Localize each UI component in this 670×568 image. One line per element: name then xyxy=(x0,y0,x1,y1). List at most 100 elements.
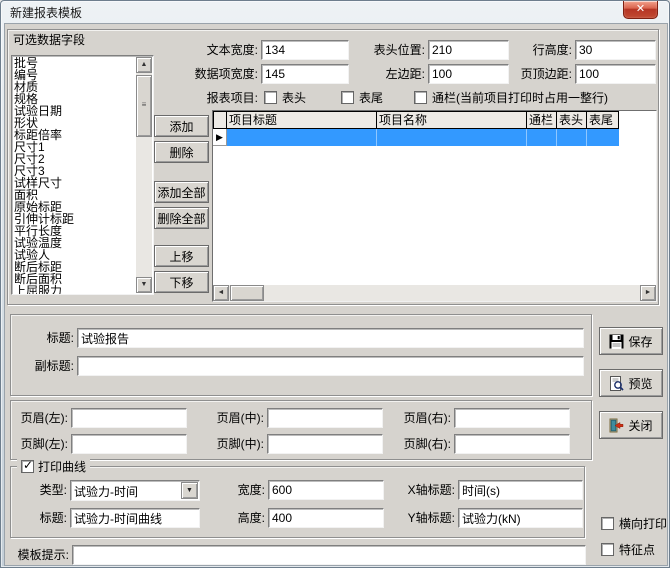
add-all-button[interactable]: 添加全部 xyxy=(154,181,209,203)
y-axis-title-label: Y轴标题: xyxy=(377,508,455,528)
list-item[interactable]: 上屈服力 xyxy=(14,285,136,294)
data-width-input[interactable] xyxy=(261,64,349,84)
report-title-input[interactable] xyxy=(77,328,584,348)
scroll-down-icon[interactable]: ▼ xyxy=(136,277,152,293)
footer-left-label: 页脚(左): xyxy=(13,434,68,454)
landscape-print-label: 横向打印 xyxy=(619,514,667,534)
title-bar: 新建报表模板 xyxy=(1,1,669,23)
close-button[interactable]: 关闭 xyxy=(599,411,663,439)
header-checkbox[interactable] xyxy=(264,91,277,104)
grid-header-row: 项目标题 项目名称 通栏 表头 表尾 xyxy=(213,111,619,129)
footer-center-label: 页脚(中): xyxy=(209,434,264,454)
landscape-print-checkbox[interactable] xyxy=(601,517,614,530)
report-title-label: 标题: xyxy=(19,328,74,348)
footer-right-label: 页脚(右): xyxy=(396,434,451,454)
banner-checkbox-label: 通栏(当前项目打印时占用一整行) xyxy=(432,88,608,108)
report-subtitle-input[interactable] xyxy=(77,356,584,376)
top-margin-label: 页顶边距: xyxy=(498,64,572,84)
header-center-label: 页眉(中): xyxy=(209,408,264,428)
grid-cell[interactable] xyxy=(227,129,377,146)
footer-checkbox-label: 表尾 xyxy=(359,88,383,108)
left-margin-input[interactable] xyxy=(428,64,509,84)
save-button[interactable]: 保存 xyxy=(599,327,663,355)
scroll-right-icon[interactable]: ► xyxy=(640,285,656,301)
data-width-label: 数据项宽度: xyxy=(161,64,258,84)
feature-points-checkbox[interactable] xyxy=(601,543,614,556)
grid-column-header: 项目名称 xyxy=(377,111,527,129)
curve-type-value: 试验力-时间 xyxy=(74,483,138,500)
available-fields-listbox[interactable]: 批号 编号 材质 规格 试验日期 形状 标距倍率 尺寸1 尺寸2 尺寸3 试样尺… xyxy=(11,55,154,295)
dialog-client-area: 可选数据字段 批号 编号 材质 规格 试验日期 形状 标距倍率 尺寸1 尺寸2 … xyxy=(4,23,668,566)
curve-type-label: 类型: xyxy=(25,480,67,500)
grid-cell[interactable] xyxy=(527,129,557,146)
title-panel xyxy=(10,314,592,396)
template-hint-input[interactable] xyxy=(72,545,586,565)
curve-width-label: 宽度: xyxy=(210,480,265,500)
left-margin-label: 左边距: xyxy=(357,64,425,84)
header-left-label: 页眉(左): xyxy=(13,408,68,428)
curve-width-input[interactable] xyxy=(268,480,384,500)
report-items-label: 报表项目: xyxy=(173,88,258,108)
scroll-left-icon[interactable]: ◄ xyxy=(213,285,229,301)
footer-center-input[interactable] xyxy=(267,434,383,454)
field-list-label: 可选数据字段 xyxy=(13,30,85,50)
curve-type-combobox[interactable]: 试验力-时间 ▼ xyxy=(70,480,200,501)
field-list-items: 批号 编号 材质 规格 试验日期 形状 标距倍率 尺寸1 尺寸2 尺寸3 试样尺… xyxy=(14,57,136,294)
grid-cell[interactable] xyxy=(377,129,527,146)
print-curve-checkbox[interactable] xyxy=(21,460,34,473)
preview-button-label: 预览 xyxy=(628,375,652,392)
scrollbar-thumb[interactable] xyxy=(230,285,264,301)
y-axis-title-input[interactable] xyxy=(458,508,583,528)
header-right-label: 页眉(右): xyxy=(396,408,451,428)
grid-horizontal-scrollbar[interactable]: ◄ ► xyxy=(213,285,656,301)
footer-left-input[interactable] xyxy=(71,434,187,454)
move-down-button[interactable]: 下移 xyxy=(154,271,209,293)
template-hint-label: 模板提示: xyxy=(11,545,69,565)
grid-selected-row[interactable]: ▶ xyxy=(213,129,619,146)
window-title: 新建报表模板 xyxy=(10,4,82,21)
header-left-input[interactable] xyxy=(71,408,187,428)
row-height-label: 行高度: xyxy=(505,40,572,60)
add-button[interactable]: 添加 xyxy=(154,115,209,137)
header-right-input[interactable] xyxy=(454,408,570,428)
x-axis-title-input[interactable] xyxy=(458,480,583,500)
chevron-down-icon[interactable]: ▼ xyxy=(181,482,198,499)
print-curve-label: 打印曲线 xyxy=(38,458,86,475)
remove-all-button[interactable]: 删除全部 xyxy=(154,207,209,229)
preview-button[interactable]: 预览 xyxy=(599,369,663,397)
header-checkbox-label: 表头 xyxy=(282,88,306,108)
row-selector-marker-icon: ▶ xyxy=(213,129,227,146)
top-margin-input[interactable] xyxy=(575,64,656,84)
move-up-button[interactable]: 上移 xyxy=(154,245,209,267)
header-pos-input[interactable] xyxy=(428,40,509,60)
curve-height-input[interactable] xyxy=(268,508,384,528)
scroll-up-icon[interactable]: ▲ xyxy=(136,57,152,73)
grid-selector-header xyxy=(213,111,227,129)
grid-column-header: 通栏 xyxy=(527,111,557,129)
footer-checkbox[interactable] xyxy=(341,91,354,104)
grid-cell[interactable] xyxy=(587,129,619,146)
curve-height-label: 高度: xyxy=(210,508,265,528)
remove-button[interactable]: 删除 xyxy=(154,141,209,163)
grid-column-header: 表头 xyxy=(557,111,587,129)
scrollbar-thumb[interactable]: ≡ xyxy=(136,75,152,137)
footer-right-input[interactable] xyxy=(454,434,570,454)
feature-points-label: 特征点 xyxy=(619,540,655,560)
close-button-label: 关闭 xyxy=(628,417,652,434)
grid-cell[interactable] xyxy=(557,129,587,146)
x-axis-title-label: X轴标题: xyxy=(377,480,455,500)
header-pos-label: 表头位置: xyxy=(357,40,425,60)
dialog-window: 新建报表模板 ✕ 可选数据字段 批号 编号 材质 规格 试验日期 形状 标距倍率… xyxy=(0,0,670,568)
grid-column-header: 项目标题 xyxy=(227,111,377,129)
grid-column-header: 表尾 xyxy=(587,111,619,129)
window-close-button[interactable]: ✕ xyxy=(623,1,658,19)
header-center-input[interactable] xyxy=(267,408,383,428)
text-width-input[interactable] xyxy=(261,40,349,60)
listbox-vertical-scrollbar[interactable]: ▲ ≡ ▼ xyxy=(136,57,152,293)
exit-door-icon xyxy=(609,418,624,433)
banner-checkbox[interactable] xyxy=(414,91,427,104)
print-curve-legend: 打印曲线 xyxy=(17,459,90,474)
report-subtitle-label: 副标题: xyxy=(7,356,74,376)
row-height-input[interactable] xyxy=(575,40,656,60)
curve-title-input[interactable] xyxy=(70,508,200,528)
